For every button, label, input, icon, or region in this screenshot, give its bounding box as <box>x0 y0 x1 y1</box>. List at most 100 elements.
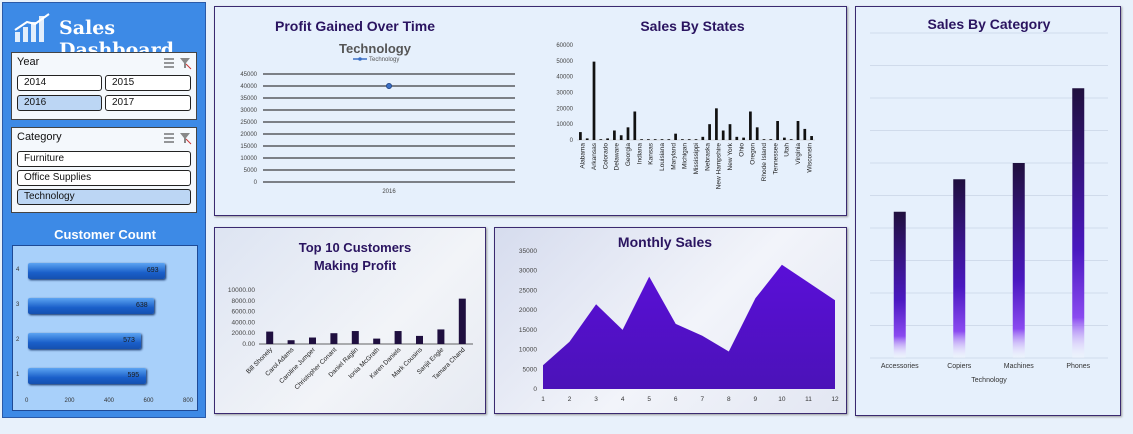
states-bar <box>755 127 759 140</box>
states-y-tick: 10000 <box>556 122 573 128</box>
category-x-axis-label: Technology <box>971 377 1007 384</box>
category-bar <box>1012 163 1025 358</box>
monthly-sales-panel: Monthly Sales 35000 30000 25000 20000 15000 1… <box>494 227 847 414</box>
states-bar <box>599 139 603 140</box>
category-x-tick: Machines <box>1004 363 1034 370</box>
customer-count-bar <box>28 263 165 279</box>
customer-count-title: Customer Count <box>54 227 156 242</box>
year-2014-button[interactable]: 2014 <box>17 75 102 91</box>
year-2016-button[interactable]: 2016 <box>17 95 102 111</box>
monthly-y-tick: 35000 <box>519 248 537 255</box>
monthly-y-tick: 5000 <box>523 366 538 373</box>
states-bar <box>626 127 630 140</box>
year-slicer-label: Year <box>17 56 40 68</box>
states-x-tick: Arkansas <box>591 142 598 170</box>
monthly-y-tick: 25000 <box>519 287 537 294</box>
sales-by-states-chart: 60000 50000 40000 30000 20000 10000 0 Alabama Ar… <box>556 43 815 190</box>
multi-select-icon[interactable] <box>164 133 174 143</box>
top-customers-y-tick: 2000.00 <box>232 330 256 337</box>
states-bar <box>715 108 718 140</box>
states-bar <box>789 139 793 140</box>
top-customers-bar <box>330 333 338 344</box>
monthly-x-tick: 11 <box>805 396 812 403</box>
top-customers-y-tick: 8000.00 <box>232 298 256 305</box>
states-bar <box>687 139 691 140</box>
states-bar <box>674 133 677 140</box>
customer-count-category-label: 2 <box>16 337 20 343</box>
customer-count-x-tick: 600 <box>143 398 154 404</box>
states-x-tick: Louisiana <box>659 143 666 171</box>
multi-select-icon[interactable] <box>164 58 174 68</box>
states-bar <box>728 124 732 140</box>
states-bar <box>613 130 616 140</box>
states-x-tick: Colorado <box>602 143 609 170</box>
states-bar <box>721 130 725 140</box>
monthly-y-tick: 10000 <box>519 347 537 354</box>
states-x-tick: Rhode Island <box>761 143 768 182</box>
customer-count-value-label: 638 <box>136 302 148 309</box>
top-customers-bar <box>437 329 445 344</box>
customer-count-category-label: 3 <box>16 302 20 308</box>
monthly-x-tick: 4 <box>621 396 625 403</box>
states-bar <box>694 139 698 140</box>
monthly-y-tick: 15000 <box>519 327 537 334</box>
customer-count-category-label: 4 <box>16 267 20 273</box>
states-bar <box>803 128 807 140</box>
states-y-tick: 60000 <box>556 43 573 49</box>
states-x-tick: Utah <box>784 143 791 157</box>
states-x-tick: Virginia <box>795 143 802 165</box>
monthly-x-tick: 5 <box>647 396 651 403</box>
states-bar <box>708 124 711 140</box>
states-y-tick: 30000 <box>556 91 573 97</box>
customer-count-x-tick: 800 <box>183 398 194 404</box>
states-x-tick: Tennessee <box>772 143 779 175</box>
customer-count-category-label: 1 <box>16 372 20 378</box>
year-2017-button[interactable]: 2017 <box>105 95 191 111</box>
year-2015-button[interactable]: 2015 <box>105 75 191 91</box>
states-x-tick: Michigan <box>682 143 689 169</box>
states-x-tick: Maryland <box>670 143 677 170</box>
states-bar <box>681 139 684 140</box>
clear-filter-icon[interactable] <box>180 58 192 70</box>
top-customers-bar <box>287 340 295 344</box>
top-customers-bar <box>373 338 381 344</box>
monthly-x-tick: 12 <box>831 396 839 403</box>
customer-count-x-tick: 400 <box>104 398 115 404</box>
states-x-tick: New Hampshire <box>716 143 723 190</box>
states-bar <box>619 135 623 140</box>
states-x-tick: Alabama <box>580 143 587 169</box>
states-bar <box>606 138 609 140</box>
category-slicer-label: Category <box>17 131 62 143</box>
states-bar <box>579 132 582 140</box>
states-x-tick: Delaware <box>614 143 621 171</box>
states-y-tick: 40000 <box>556 75 573 81</box>
top-customers-bar <box>309 337 316 344</box>
top-customers-y-tick: 6000.00 <box>232 309 256 316</box>
states-x-tick: Mississippi <box>693 143 700 174</box>
monthly-x-tick: 6 <box>674 396 678 403</box>
customer-count-value-label: 573 <box>123 337 135 344</box>
states-x-tick: Ohio <box>738 143 745 157</box>
category-bar <box>1072 88 1085 358</box>
monthly-x-tick: 2 <box>568 396 572 403</box>
monthly-x-tick: 8 <box>727 396 731 403</box>
monthly-x-tick: 7 <box>700 396 704 403</box>
monthly-sales-area <box>543 264 835 389</box>
category-furniture-button[interactable]: Furniture <box>17 151 191 167</box>
customer-count-x-tick: 0 <box>25 398 29 404</box>
logo-chart-icon <box>14 13 50 42</box>
states-bar <box>735 136 739 140</box>
states-bar <box>783 137 786 140</box>
customer-count-value-label: 595 <box>127 372 140 379</box>
states-bar <box>810 136 813 140</box>
customer-count-chart: 4 693 3 638 2 573 1 595 0 200 400 600 800 <box>12 245 198 411</box>
states-bar <box>742 137 745 140</box>
slicer-toolbar <box>164 58 192 70</box>
category-bar <box>953 179 966 358</box>
monthly-x-tick: 3 <box>594 396 598 403</box>
category-technology-button[interactable]: Technology <box>17 189 191 205</box>
clear-filter-icon[interactable] <box>180 133 192 145</box>
category-x-tick: Copiers <box>947 363 972 370</box>
states-bar <box>769 139 773 140</box>
category-office-supplies-button[interactable]: Office Supplies <box>17 170 191 186</box>
